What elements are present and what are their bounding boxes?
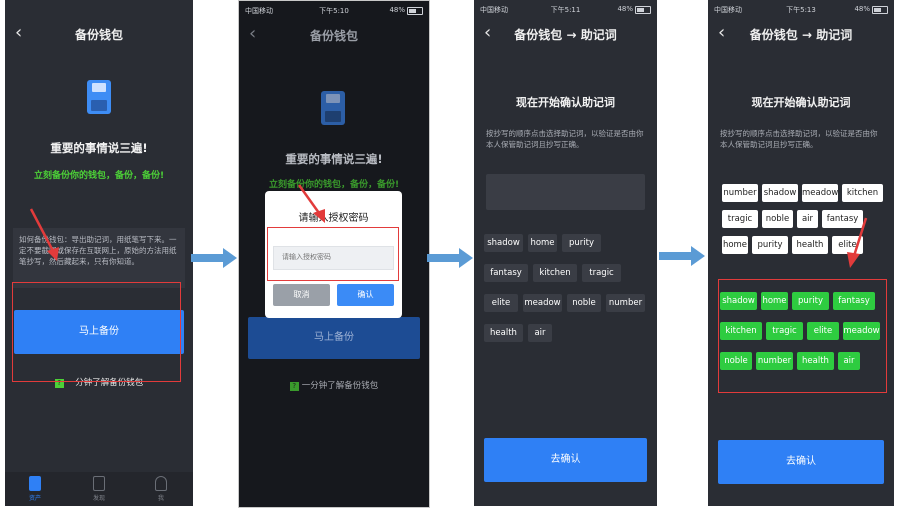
word-chip[interactable]: meadow — [802, 184, 838, 202]
word-chip[interactable]: shadow — [762, 184, 798, 202]
word-chip[interactable]: home — [722, 236, 748, 254]
page-title: 备份钱包 — [309, 29, 358, 43]
warning-subline: 立刻备份你的钱包，备份，备份! — [33, 171, 165, 181]
word-chip[interactable]: shadow — [484, 234, 523, 252]
nav-bar: ‹ 备份钱包 → 助记词 — [474, 18, 657, 52]
word-chip[interactable]: health — [792, 236, 828, 254]
confirm-description: 按抄写的顺序点击选择助记词，以验证是否由你本人保管助记词且抄写正确。 — [720, 129, 878, 149]
headline: 重要的事情说三遍! — [50, 141, 148, 155]
word-chip[interactable]: air — [528, 324, 552, 342]
phone-screen-backup-intro: ‹ 备份钱包 重要的事情说三遍! 立刻备份你的钱包，备份，备份! 如何备份钱包：… — [5, 0, 193, 506]
cancel-button[interactable]: 取消 — [273, 284, 330, 306]
word-chip[interactable]: air — [797, 210, 818, 228]
annotation-red-arrow — [297, 184, 325, 223]
word-chip[interactable]: number — [606, 294, 645, 312]
phone-icon — [93, 476, 105, 491]
word-chip[interactable]: kitchen — [842, 184, 883, 202]
tab-assets-label: 资产 — [28, 495, 41, 502]
tab-discover-label: 发现 — [92, 495, 105, 502]
tab-me[interactable]: 我 — [141, 476, 181, 502]
user-icon — [155, 476, 167, 491]
status-bar: 中国移动 下午5:10 48% — [239, 6, 429, 18]
battery-icon — [872, 6, 888, 14]
phone-screen-confirm-mnemonic: 中国移动 下午5:11 48% ‹ 备份钱包 → 助记词 现在开始确认助记词 按… — [474, 0, 657, 506]
battery-level: 48% — [854, 5, 870, 13]
tab-me-label: 我 — [157, 495, 164, 502]
confirm-description: 按抄写的顺序点击选择助记词，以验证是否由你本人保管助记词且抄写正确。 — [486, 129, 644, 149]
word-chip[interactable]: health — [484, 324, 523, 342]
confirm-button[interactable]: 确认 — [337, 284, 394, 306]
annotation-highlight-box — [12, 282, 181, 382]
phone-screen-password-dialog: 中国移动 下午5:10 48% ‹ 备份钱包 重要的事情说三遍! 立刻备份你的钱… — [238, 0, 430, 508]
page-title: 备份钱包 → 助记词 — [749, 28, 853, 42]
learn-backup-link[interactable]: ? 一分钟了解备份钱包 — [239, 379, 429, 391]
status-bar: 中国移动 下午5:13 48% — [708, 5, 894, 17]
flow-arrow-1 — [191, 248, 237, 268]
learn-backup-label: 一分钟了解备份钱包 — [301, 381, 379, 391]
backup-now-button[interactable]: 马上备份 — [248, 317, 420, 359]
word-chip[interactable]: kitchen — [533, 264, 577, 282]
floppy-disk-icon — [321, 91, 345, 125]
word-chip[interactable]: number — [722, 184, 758, 202]
nav-bar: ‹ 备份钱包 — [239, 19, 429, 53]
word-chip[interactable]: tragic — [722, 210, 758, 228]
word-chip[interactable]: purity — [752, 236, 788, 254]
annotation-red-arrow — [29, 208, 59, 261]
word-chip[interactable]: noble — [762, 210, 793, 228]
headline: 重要的事情说三遍! — [285, 152, 383, 166]
battery-level: 48% — [389, 6, 405, 14]
floppy-disk-icon — [87, 80, 111, 114]
tab-assets[interactable]: 资产 — [15, 476, 55, 502]
bottom-tab-bar: 资产 发现 我 — [5, 472, 193, 506]
confirm-heading: 现在开始确认助记词 — [751, 96, 851, 109]
page-title: 备份钱包 — [74, 28, 123, 42]
tab-discover[interactable]: 发现 — [79, 476, 119, 502]
wallet-icon — [29, 476, 41, 491]
confirm-heading: 现在开始确认助记词 — [516, 96, 615, 109]
nav-bar: ‹ 备份钱包 — [5, 18, 193, 52]
word-chip[interactable]: home — [528, 234, 557, 252]
dialog-title: 请输入授权密码 — [298, 213, 369, 224]
word-chip[interactable]: tragic — [582, 264, 621, 282]
flow-arrow-2 — [427, 248, 473, 268]
nav-bar: ‹ 备份钱包 → 助记词 — [708, 18, 894, 52]
flow-arrow-3 — [659, 246, 705, 266]
warning-subline: 立刻备份你的钱包，备份，备份! — [268, 180, 400, 190]
status-bar: 中国移动 下午5:11 48% — [474, 5, 657, 17]
selected-words-area[interactable] — [486, 174, 645, 210]
annotation-red-arrow — [847, 217, 868, 268]
annotation-highlight-box — [267, 227, 399, 281]
word-chip[interactable]: elite — [484, 294, 518, 312]
page-title: 备份钱包 → 助记词 — [514, 28, 617, 42]
battery-level: 48% — [617, 5, 633, 13]
battery-icon — [407, 7, 423, 15]
phone-screen-mnemonic-selected: 中国移动 下午5:13 48% ‹ 备份钱包 → 助记词 现在开始确认助记词 按… — [708, 0, 894, 506]
annotation-highlight-box — [718, 279, 887, 393]
word-chip[interactable]: fantasy — [484, 264, 528, 282]
word-chip[interactable]: purity — [562, 234, 601, 252]
word-chip[interactable]: meadow — [523, 294, 562, 312]
go-confirm-button[interactable]: 去确认 — [718, 440, 884, 484]
word-chip[interactable]: noble — [567, 294, 601, 312]
go-confirm-button[interactable]: 去确认 — [484, 438, 647, 482]
question-icon: ? — [289, 382, 299, 391]
battery-icon — [635, 6, 651, 14]
